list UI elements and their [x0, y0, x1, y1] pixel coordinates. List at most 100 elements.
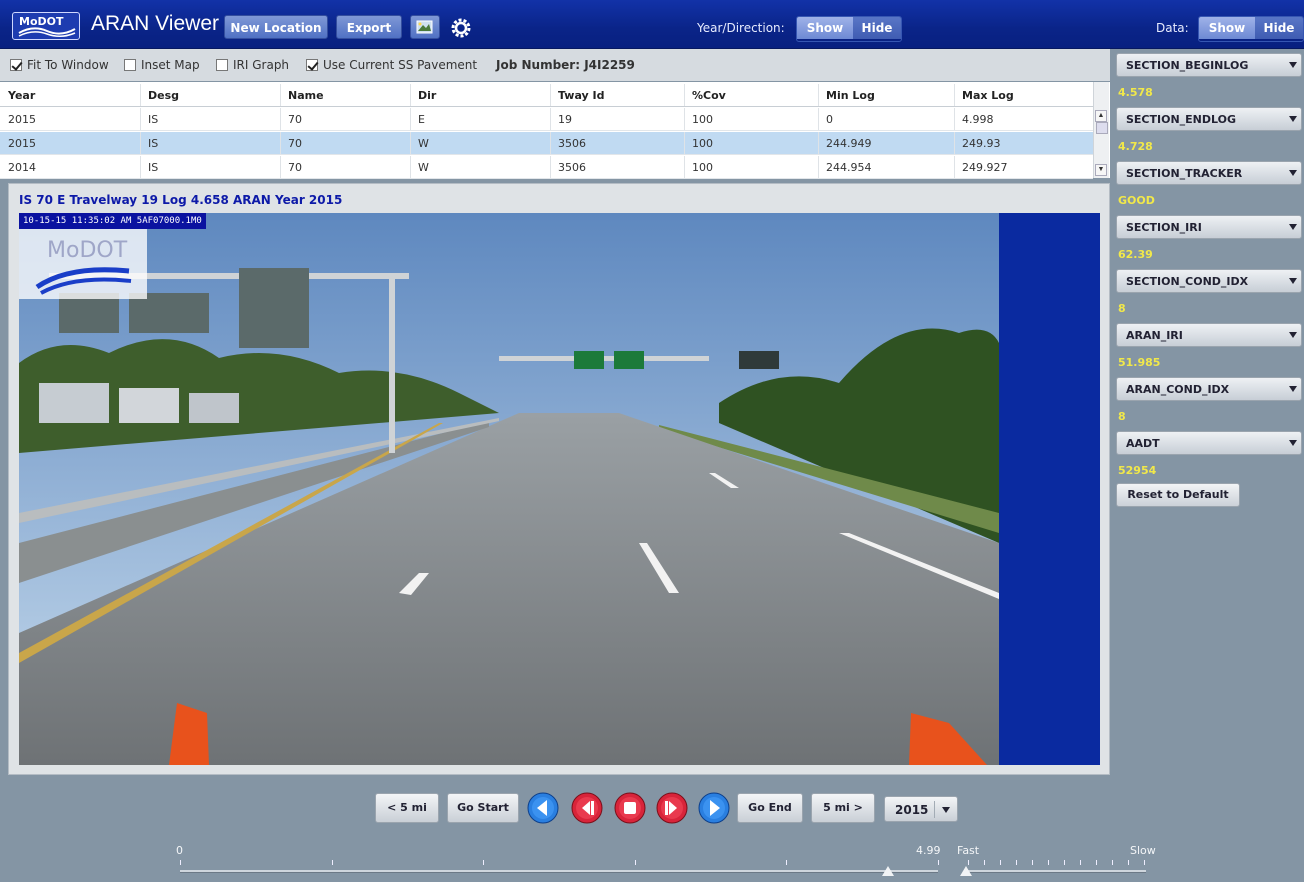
field-select-aran-iri[interactable]: ARAN_IRI	[1116, 323, 1302, 347]
column-header[interactable]: Max Log	[962, 89, 1014, 102]
field-select-section-endlog[interactable]: SECTION_ENDLOG	[1116, 107, 1302, 131]
table-cell: 70	[288, 113, 302, 126]
iri-graph-checkbox[interactable]: IRI Graph	[216, 58, 289, 72]
field-select-section-cond-idx[interactable]: SECTION_COND_IDX	[1116, 269, 1302, 293]
settings-button[interactable]	[448, 15, 474, 41]
go-end-button[interactable]: Go End	[737, 793, 803, 823]
log-slider-track[interactable]	[180, 870, 938, 873]
chevron-down-icon	[1289, 116, 1297, 122]
column-divider	[410, 156, 411, 178]
checkbox-box[interactable]	[216, 59, 228, 71]
column-divider	[280, 156, 281, 178]
year-select-value: 2015	[895, 803, 929, 817]
locations-table: Year Desg Name Dir Tway Id %Cov Min Log Max Log…	[0, 82, 1110, 179]
table-row[interactable]: 2014 IS 70 W 3506 100 244.954 249.927	[0, 156, 1093, 179]
use-current-ss-pavement-checkbox[interactable]: Use Current SS Pavement	[306, 58, 477, 72]
table-cell: E	[418, 113, 425, 126]
table-cell: 70	[288, 161, 302, 174]
stop-button[interactable]	[614, 792, 646, 824]
checkbox-box[interactable]	[306, 59, 318, 71]
column-divider	[954, 156, 955, 178]
options-toolbar: Fit To Window Inset Map IRI Graph Use Cu…	[0, 49, 1110, 81]
table-cell: IS	[148, 137, 159, 150]
scroll-up-icon[interactable]: ▲	[1095, 110, 1107, 122]
field-select-section-beginlog[interactable]: SECTION_BEGINLOG	[1116, 53, 1302, 77]
scroll-down-icon[interactable]: ▼	[1095, 164, 1107, 176]
column-divider	[140, 108, 141, 130]
slider-tick	[1096, 860, 1097, 865]
table-header-row: Year Desg Name Dir Tway Id %Cov Min Log Max Log	[0, 84, 1093, 107]
checkbox-box[interactable]	[124, 59, 136, 71]
field-select-label: SECTION_BEGINLOG	[1126, 59, 1249, 72]
column-header[interactable]: %Cov	[692, 89, 726, 102]
field-select-section-tracker[interactable]: SECTION_TRACKER	[1116, 161, 1302, 185]
slider-tick	[1144, 860, 1145, 865]
table-row[interactable]: 2015 IS 70 E 19 100 0 4.998	[0, 108, 1093, 131]
year-direction-show-button[interactable]: Show	[797, 17, 853, 39]
gear-icon	[451, 18, 471, 38]
log-slider-min-label: 0	[176, 844, 183, 857]
back-5-mi-button[interactable]: < 5 mi	[375, 793, 439, 823]
slider-tick	[1048, 860, 1049, 865]
table-cell: 249.93	[962, 137, 1001, 150]
fit-to-window-checkbox[interactable]: Fit To Window	[10, 58, 109, 72]
log-slider-thumb[interactable]	[881, 866, 894, 876]
go-start-button[interactable]: Go Start	[447, 793, 519, 823]
column-divider	[410, 108, 411, 130]
scroll-thumb[interactable]	[1096, 122, 1108, 134]
column-header[interactable]: Year	[8, 89, 35, 102]
data-hide-button[interactable]: Hide	[1255, 17, 1303, 39]
divider	[934, 801, 935, 818]
year-select[interactable]: 2015	[884, 796, 958, 822]
app-header: MoDOT ARAN Viewer New Location Export Ye…	[0, 0, 1304, 49]
table-scrollbar[interactable]: ▲ ▼	[1093, 82, 1109, 178]
field-value: 4.578	[1118, 86, 1153, 99]
column-divider	[684, 108, 685, 130]
new-location-button[interactable]: New Location	[224, 15, 328, 39]
image-title: IS 70 E Travelway 19 Log 4.658 ARAN Year…	[19, 193, 343, 207]
column-header[interactable]: Min Log	[826, 89, 875, 102]
column-divider	[140, 156, 141, 178]
field-select-aadt[interactable]: AADT	[1116, 431, 1302, 455]
table-row[interactable]: 2015 IS 70 W 3506 100 244.949 249.93	[0, 132, 1093, 155]
column-divider	[684, 132, 685, 154]
chevron-down-icon	[1289, 386, 1297, 392]
column-divider	[410, 84, 411, 106]
column-divider	[954, 108, 955, 130]
map-image-button[interactable]	[410, 15, 440, 39]
field-select-label: SECTION_COND_IDX	[1126, 275, 1249, 288]
column-header[interactable]: Tway Id	[558, 89, 605, 102]
column-divider	[550, 108, 551, 130]
column-divider	[280, 84, 281, 106]
slider-tick	[180, 860, 181, 865]
data-label: Data:	[1156, 21, 1189, 35]
step-forward-button[interactable]	[656, 792, 688, 824]
road-photo-image	[19, 213, 1100, 765]
data-show-button[interactable]: Show	[1199, 17, 1255, 39]
table-cell: 2014	[8, 161, 36, 174]
inset-map-checkbox[interactable]: Inset Map	[124, 58, 200, 72]
column-divider	[140, 132, 141, 154]
slider-tick	[1112, 860, 1113, 865]
speed-slider-thumb[interactable]	[960, 866, 972, 876]
road-photo[interactable]: 10-15-15 11:35:02 AM 5AF07000.1M0 MoDOT	[19, 213, 1100, 765]
year-direction-hide-button[interactable]: Hide	[853, 17, 901, 39]
export-button[interactable]: Export	[336, 15, 402, 39]
column-header[interactable]: Name	[288, 89, 324, 102]
table-cell: 4.998	[962, 113, 994, 126]
modot-watermark-logo: MoDOT	[19, 229, 147, 299]
column-header[interactable]: Dir	[418, 89, 436, 102]
field-select-aran-cond-idx[interactable]: ARAN_COND_IDX	[1116, 377, 1302, 401]
column-divider	[140, 84, 141, 106]
table-cell: 249.927	[962, 161, 1008, 174]
play-forward-button[interactable]	[698, 792, 730, 824]
play-reverse-button[interactable]	[527, 792, 559, 824]
forward-5-mi-button[interactable]: 5 mi >	[811, 793, 875, 823]
speed-slider-track[interactable]	[966, 870, 1146, 873]
column-header[interactable]: Desg	[148, 89, 179, 102]
reset-to-default-button[interactable]: Reset to Default	[1116, 483, 1240, 507]
field-select-section-iri[interactable]: SECTION_IRI	[1116, 215, 1302, 239]
checkbox-box[interactable]	[10, 59, 22, 71]
step-back-button[interactable]	[571, 792, 603, 824]
field-select-label: SECTION_IRI	[1126, 221, 1202, 234]
